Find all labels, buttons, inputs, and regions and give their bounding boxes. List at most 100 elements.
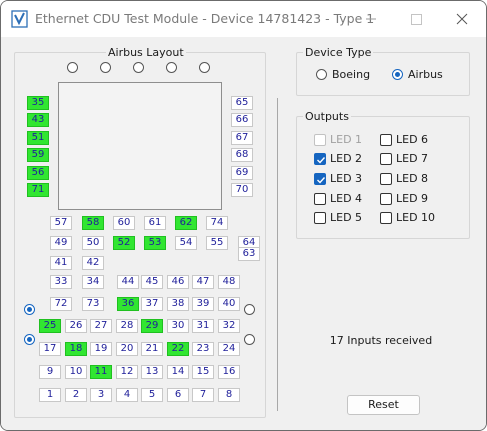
key-37[interactable]: 37 <box>141 297 163 311</box>
maximize-button[interactable] <box>393 1 439 37</box>
key-29[interactable]: 29 <box>141 319 163 333</box>
key-51[interactable]: 51 <box>27 131 49 145</box>
key-20[interactable]: 20 <box>116 342 138 356</box>
key-25[interactable]: 25 <box>39 319 61 333</box>
key-30[interactable]: 30 <box>167 319 189 333</box>
led-7-checkbox[interactable] <box>380 153 392 165</box>
boeing-radio[interactable] <box>316 69 327 80</box>
key-33[interactable]: 33 <box>50 275 72 289</box>
key-48[interactable]: 48 <box>218 275 240 289</box>
title-bar[interactable]: Ethernet CDU Test Module - Device 147814… <box>1 1 486 37</box>
key-52[interactable]: 52 <box>113 236 135 250</box>
minimize-button[interactable] <box>348 1 394 37</box>
key-65[interactable]: 65 <box>231 96 253 110</box>
key-43[interactable]: 43 <box>27 113 49 127</box>
airbus-radio[interactable] <box>392 69 403 80</box>
key-19[interactable]: 19 <box>90 342 112 356</box>
key-53[interactable]: 53 <box>144 236 166 250</box>
key-57[interactable]: 57 <box>50 216 72 230</box>
key-39[interactable]: 39 <box>192 297 214 311</box>
led-10-label[interactable]: LED 10 <box>396 211 435 224</box>
led-5-label[interactable]: LED 5 <box>330 211 362 224</box>
key-16[interactable]: 16 <box>218 365 240 379</box>
led-2-checkbox[interactable] <box>314 153 326 165</box>
key-23[interactable]: 23 <box>192 342 214 356</box>
led-8-label[interactable]: LED 8 <box>396 172 428 185</box>
key-46[interactable]: 46 <box>167 275 189 289</box>
key-40[interactable]: 40 <box>218 297 240 311</box>
key-69[interactable]: 69 <box>231 166 253 180</box>
key-27[interactable]: 27 <box>90 319 112 333</box>
key-42[interactable]: 42 <box>82 256 104 270</box>
key-50[interactable]: 50 <box>82 236 104 250</box>
led-8-checkbox[interactable] <box>380 173 392 185</box>
key-44[interactable]: 44 <box>117 275 139 289</box>
key-34[interactable]: 34 <box>82 275 104 289</box>
key-63[interactable]: 63 <box>238 247 260 261</box>
led-10-checkbox[interactable] <box>380 212 392 224</box>
right-radio-bottom[interactable] <box>244 334 255 345</box>
key-21[interactable]: 21 <box>141 342 163 356</box>
key-35[interactable]: 35 <box>27 96 49 110</box>
key-66[interactable]: 66 <box>231 113 253 127</box>
key-9[interactable]: 9 <box>39 365 61 379</box>
top-radio-5[interactable] <box>199 62 210 73</box>
key-62[interactable]: 62 <box>175 216 197 230</box>
key-2[interactable]: 2 <box>65 388 87 402</box>
key-56[interactable]: 56 <box>27 166 49 180</box>
key-36[interactable]: 36 <box>117 297 139 311</box>
key-10[interactable]: 10 <box>65 365 87 379</box>
key-72[interactable]: 72 <box>50 297 72 311</box>
top-radio-1[interactable] <box>67 62 78 73</box>
key-58[interactable]: 58 <box>82 216 104 230</box>
close-button[interactable] <box>439 1 485 37</box>
led-4-checkbox[interactable] <box>314 193 326 205</box>
key-3[interactable]: 3 <box>90 388 112 402</box>
key-7[interactable]: 7 <box>192 388 214 402</box>
key-38[interactable]: 38 <box>167 297 189 311</box>
key-55[interactable]: 55 <box>206 236 228 250</box>
key-71[interactable]: 71 <box>27 183 49 197</box>
key-26[interactable]: 26 <box>65 319 87 333</box>
led-9-label[interactable]: LED 9 <box>396 192 428 205</box>
led-6-label[interactable]: LED 6 <box>396 133 428 146</box>
led-4-label[interactable]: LED 4 <box>330 192 362 205</box>
led-3-label[interactable]: LED 3 <box>330 172 362 185</box>
key-41[interactable]: 41 <box>50 256 72 270</box>
top-radio-4[interactable] <box>166 62 177 73</box>
key-54[interactable]: 54 <box>175 236 197 250</box>
key-12[interactable]: 12 <box>116 365 138 379</box>
led-9-checkbox[interactable] <box>380 193 392 205</box>
led-5-checkbox[interactable] <box>314 212 326 224</box>
top-radio-3[interactable] <box>133 62 144 73</box>
key-22[interactable]: 22 <box>167 342 189 356</box>
reset-button[interactable]: Reset <box>347 395 420 415</box>
boeing-label[interactable]: Boeing <box>332 68 370 81</box>
led-3-checkbox[interactable] <box>314 173 326 185</box>
key-32[interactable]: 32 <box>218 319 240 333</box>
key-74[interactable]: 74 <box>206 216 228 230</box>
led-6-checkbox[interactable] <box>380 134 392 146</box>
led-7-label[interactable]: LED 7 <box>396 152 428 165</box>
key-4[interactable]: 4 <box>116 388 138 402</box>
key-67[interactable]: 67 <box>231 131 253 145</box>
key-70[interactable]: 70 <box>231 183 253 197</box>
key-13[interactable]: 13 <box>141 365 163 379</box>
airbus-label[interactable]: Airbus <box>408 68 443 81</box>
key-73[interactable]: 73 <box>82 297 104 311</box>
key-45[interactable]: 45 <box>141 275 163 289</box>
key-47[interactable]: 47 <box>192 275 214 289</box>
led-2-label[interactable]: LED 2 <box>330 152 362 165</box>
right-radio-top[interactable] <box>244 304 255 315</box>
left-radio-top[interactable] <box>24 304 35 315</box>
key-61[interactable]: 61 <box>144 216 166 230</box>
key-28[interactable]: 28 <box>116 319 138 333</box>
key-11[interactable]: 11 <box>90 365 112 379</box>
key-15[interactable]: 15 <box>192 365 214 379</box>
key-60[interactable]: 60 <box>113 216 135 230</box>
key-6[interactable]: 6 <box>167 388 189 402</box>
key-24[interactable]: 24 <box>218 342 240 356</box>
key-1[interactable]: 1 <box>39 388 61 402</box>
key-49[interactable]: 49 <box>50 236 72 250</box>
key-17[interactable]: 17 <box>39 342 61 356</box>
